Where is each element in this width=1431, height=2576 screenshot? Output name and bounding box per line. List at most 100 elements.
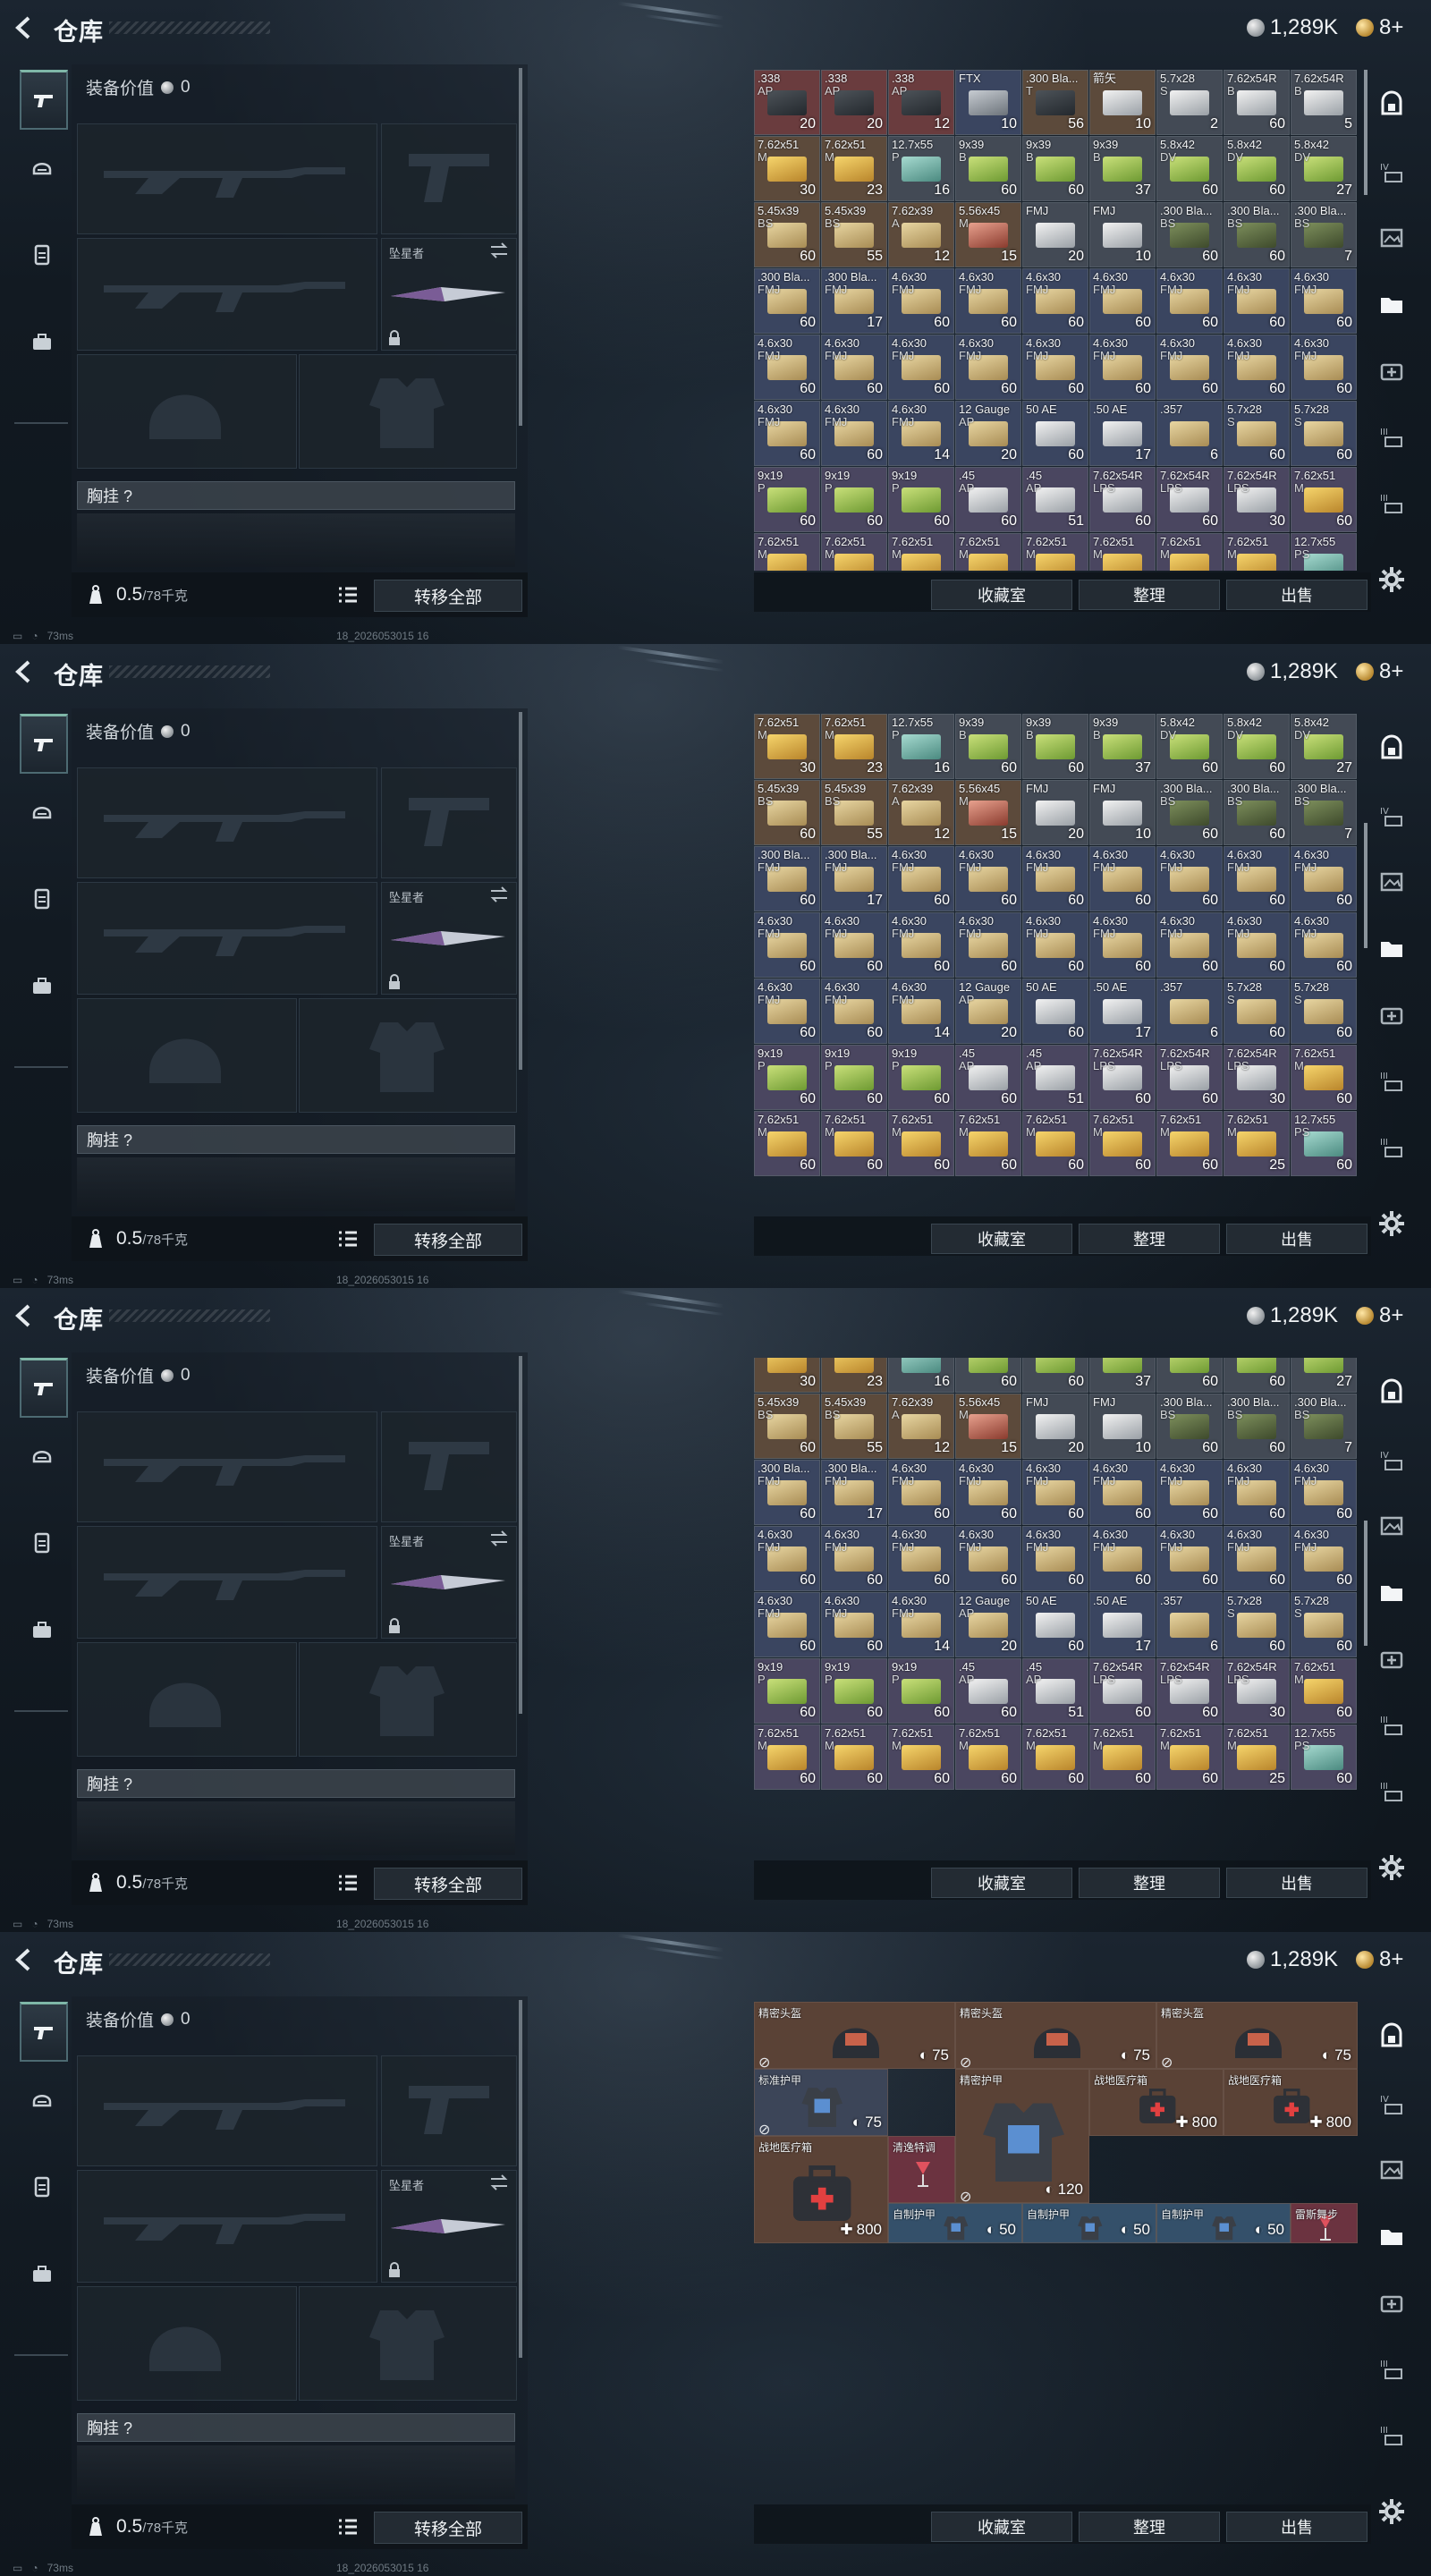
silver-currency[interactable]: 1,289K: [1247, 1946, 1338, 1973]
melee-slot[interactable]: 坠星者: [381, 1526, 517, 1639]
ammo-item[interactable]: 9x19 P 60: [754, 1045, 820, 1110]
list-view-icon[interactable]: [336, 2515, 360, 2538]
ammo-item[interactable]: .45 AP 51: [1022, 467, 1088, 532]
organize-button[interactable]: 整理: [1079, 1224, 1220, 1254]
ammo-item[interactable]: 9x39B37: [1089, 136, 1156, 201]
ammo-item[interactable]: 5.7x28 S 60: [1291, 1592, 1357, 1657]
ammo-item[interactable]: .300 Bla... BS 60: [1156, 780, 1223, 845]
ammo-item[interactable]: 7.62x51M60: [1156, 533, 1223, 571]
tab-backpack[interactable]: [20, 2247, 64, 2302]
ammo-item[interactable]: 7.62x54R LPS 30: [1224, 1658, 1290, 1724]
ammo-item[interactable]: FMJ 20: [1022, 1394, 1088, 1459]
ammo-item[interactable]: 9x19 P 60: [888, 1045, 954, 1110]
ammo-item[interactable]: 9x19 P 60: [754, 467, 820, 532]
ammo-item[interactable]: FMJ 20: [1022, 202, 1088, 267]
tab-rig[interactable]: [20, 2159, 64, 2215]
ammo-item[interactable]: 4.6x30 FMJ 60: [1156, 268, 1223, 334]
stash-tab-2b[interactable]: III: [1374, 1773, 1410, 1809]
tab-rig[interactable]: [20, 227, 64, 283]
gear-item[interactable]: 战地医疗箱 ✚ 800: [1089, 2069, 1224, 2136]
ammo-item[interactable]: 9x19 P 60: [821, 467, 887, 532]
tab-armor[interactable]: [20, 2072, 64, 2127]
ammo-item[interactable]: 4.6x30 FMJ 60: [955, 1460, 1021, 1525]
ammo-item[interactable]: 7.62x51M60: [821, 1111, 887, 1176]
ammo-item[interactable]: .357 6: [1156, 979, 1223, 1044]
ammo-item[interactable]: 4.6x30 FMJ 60: [821, 401, 887, 466]
ammo-item[interactable]: 12.7x55P16: [888, 1358, 954, 1393]
ammo-item[interactable]: .50 AE 17: [1089, 1592, 1156, 1657]
helmet-slot[interactable]: [77, 2286, 297, 2401]
ammo-item[interactable]: 7.62x51M60: [1291, 1045, 1357, 1110]
ammo-item[interactable]: 9x19 P 60: [888, 1658, 954, 1724]
ammo-item[interactable]: 4.6x30 FMJ 60: [888, 335, 954, 400]
ammo-item[interactable]: 4.6x30 FMJ 60: [888, 912, 954, 978]
ammo-item[interactable]: 12.7x55PS 60: [1291, 1111, 1357, 1176]
stash-tab-2b[interactable]: III: [1374, 1129, 1410, 1165]
chest-rig-header[interactable]: 胸挂 ?: [77, 1769, 515, 1798]
stash-tab-medical[interactable]: [1374, 1640, 1410, 1676]
ammo-item[interactable]: 7.62x51M60: [754, 1724, 820, 1790]
ammo-item[interactable]: 4.6x30 FMJ 60: [754, 335, 820, 400]
stash-tab-2[interactable]: [1374, 2218, 1410, 2254]
ammo-item[interactable]: 50 AE 60: [1022, 1592, 1088, 1657]
ammo-item[interactable]: 4.6x30 FMJ 60: [1022, 268, 1088, 334]
transfer-all-button[interactable]: 转移全部: [374, 1868, 522, 1900]
ammo-item[interactable]: .300 Bla... BS 7: [1291, 1394, 1357, 1459]
gear-item[interactable]: 战地医疗箱 ✚ 800: [754, 2136, 888, 2243]
ammo-item[interactable]: 7.62x51M60: [1022, 1724, 1088, 1790]
tab-armor[interactable]: [20, 1428, 64, 1483]
secondary-weapon-slot[interactable]: [77, 2170, 377, 2283]
ammo-item[interactable]: .50 AE 17: [1089, 401, 1156, 466]
ammo-item[interactable]: 5.7x28 S 60: [1291, 401, 1357, 466]
ammo-item[interactable]: 4.6x30 FMJ 60: [1224, 912, 1290, 978]
ammo-item[interactable]: 7.62x39 A 12: [888, 1394, 954, 1459]
back-arrow-icon[interactable]: [13, 1947, 36, 1972]
ammo-item[interactable]: 5.45x39 BS 55: [821, 1394, 887, 1459]
stash-tab-2[interactable]: [1374, 1574, 1410, 1610]
stash-scrollbar[interactable]: [1364, 823, 1367, 948]
ammo-item[interactable]: .357 6: [1156, 1592, 1223, 1657]
ammo-item[interactable]: 5.8x42DV 27: [1291, 714, 1357, 779]
ammo-item[interactable]: 4.6x30 FMJ 60: [1291, 268, 1357, 334]
ammo-item[interactable]: 7.62x51M60: [955, 1724, 1021, 1790]
ammo-item[interactable]: .357 6: [1156, 401, 1223, 466]
ammo-item[interactable]: 9x39B60: [1022, 1358, 1088, 1393]
ammo-item[interactable]: 4.6x30 FMJ 14: [888, 1592, 954, 1657]
stash-tab-2b[interactable]: III: [1374, 485, 1410, 521]
ammo-item[interactable]: 9x39B37: [1089, 714, 1156, 779]
ammo-item[interactable]: .45 AP 51: [1022, 1658, 1088, 1724]
ammo-item[interactable]: 7.62x54R B 60: [1224, 70, 1290, 135]
ammo-item[interactable]: 9x19 P 60: [754, 1658, 820, 1724]
transfer-all-button[interactable]: 转移全部: [374, 580, 522, 612]
melee-slot[interactable]: 坠星者: [381, 882, 517, 995]
back-arrow-icon[interactable]: [13, 1303, 36, 1328]
ammo-item[interactable]: .300 Bla... T 56: [1022, 70, 1088, 135]
ammo-item[interactable]: 5.45x39 BS 55: [821, 780, 887, 845]
ammo-item[interactable]: 9x39B37: [1089, 1358, 1156, 1393]
ammo-item[interactable]: 7.62x51M25: [1224, 533, 1290, 571]
gear-item[interactable]: 自制护甲 ◐ 50: [1156, 2203, 1291, 2243]
body-armor-slot[interactable]: [299, 2286, 517, 2401]
ammo-item[interactable]: 4.6x30 FMJ 60: [1156, 335, 1223, 400]
ammo-item[interactable]: 9x39B60: [1022, 136, 1088, 201]
ammo-item[interactable]: 7.62x54R LPS 60: [1089, 467, 1156, 532]
ammo-item[interactable]: 9x39B60: [955, 1358, 1021, 1393]
ammo-item[interactable]: 4.6x30 FMJ 60: [1022, 335, 1088, 400]
ammo-item[interactable]: 7.62x54R LPS 60: [1156, 1658, 1223, 1724]
ammo-item[interactable]: 5.8x42DV60: [1156, 1358, 1223, 1393]
stash-tab-medical[interactable]: [1374, 996, 1410, 1032]
ammo-item[interactable]: 4.6x30 FMJ 60: [1156, 1526, 1223, 1591]
ammo-item[interactable]: 5.45x39 BS 60: [754, 780, 820, 845]
ammo-item[interactable]: 7.62x51M60: [955, 533, 1021, 571]
silver-currency[interactable]: 1,289K: [1247, 658, 1338, 685]
tab-weapons[interactable]: [20, 714, 68, 774]
stash-tab-main[interactable]: [1374, 1374, 1410, 1410]
swap-icon[interactable]: [489, 1530, 509, 1546]
ammo-item[interactable]: 7.62x51M60: [1022, 1111, 1088, 1176]
ammo-item[interactable]: 7.62x51M60: [754, 533, 820, 571]
ammo-item[interactable]: 4.6x30 FMJ 60: [1156, 846, 1223, 911]
ammo-item[interactable]: 4.6x30 FMJ 60: [1089, 1526, 1156, 1591]
settings-gear-icon[interactable]: [1377, 565, 1406, 594]
swap-icon[interactable]: [489, 2174, 509, 2190]
ammo-item[interactable]: 4.6x30 FMJ 60: [1291, 1460, 1357, 1525]
